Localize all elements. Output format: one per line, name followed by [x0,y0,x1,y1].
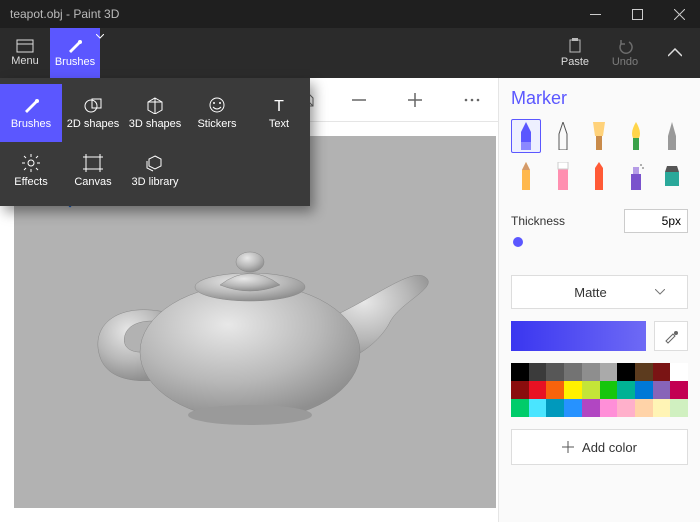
palette-swatch[interactable] [582,399,600,417]
maximize-button[interactable] [616,0,658,28]
dropdown-label: Canvas [74,176,111,188]
thickness-label: Thickness [511,214,565,228]
palette-swatch[interactable] [511,363,529,381]
menu-label: Menu [11,55,39,67]
palette-swatch[interactable] [617,399,635,417]
close-button[interactable] [658,0,700,28]
palette-swatch[interactable] [635,381,653,399]
title-bar: teapot.obj - Paint 3D [0,0,700,28]
properties-sidebar: Marker Thickness Matte [498,78,700,522]
palette-swatch[interactable] [529,399,547,417]
palette-swatch[interactable] [511,399,529,417]
palette-swatch[interactable] [653,399,671,417]
color-palette [511,363,688,417]
paste-label: Paste [561,56,589,68]
palette-swatch[interactable] [546,381,564,399]
brush-pixel[interactable] [657,119,687,153]
dropdown-canvas[interactable]: Canvas [62,142,124,200]
tools-dropdown: Brushes 2D shapes 3D shapes Stickers T T… [0,78,310,206]
undo-label: Undo [612,56,638,68]
palette-swatch[interactable] [600,399,618,417]
palette-swatch[interactable] [617,363,635,381]
palette-swatch[interactable] [564,363,582,381]
palette-swatch[interactable] [564,381,582,399]
dropdown-label: Brushes [11,118,51,130]
brushes-tab[interactable]: Brushes [50,28,100,78]
thickness-input[interactable] [624,209,688,233]
palette-swatch[interactable] [582,381,600,399]
dropdown-effects[interactable]: Effects [0,142,62,200]
palette-swatch[interactable] [653,363,671,381]
palette-swatch[interactable] [670,399,688,417]
brush-fill[interactable] [657,159,687,193]
paste-button[interactable]: Paste [550,28,600,78]
current-color-swatch[interactable] [511,321,646,351]
palette-swatch[interactable] [670,381,688,399]
palette-swatch[interactable] [600,363,618,381]
brush-calligraphy[interactable] [548,119,578,153]
undo-button[interactable]: Undo [600,28,650,78]
dropdown-3d-library[interactable]: 3D library [124,142,186,200]
dropdown-label: 2D shapes [67,118,120,130]
dropdown-stickers[interactable]: Stickers [186,84,248,142]
material-label: Matte [574,285,607,300]
brush-pencil[interactable] [511,159,541,193]
zoom-in-button[interactable] [408,93,436,107]
brush-marker[interactable] [511,119,541,153]
dropdown-2d-shapes[interactable]: 2D shapes [62,84,124,142]
palette-swatch[interactable] [546,399,564,417]
svg-text:T: T [274,98,284,114]
brush-spray[interactable] [621,159,651,193]
dropdown-label: Text [269,118,289,130]
dropdown-label: 3D library [131,176,178,188]
ribbon: Menu Brushes Paste Undo [0,28,700,78]
palette-swatch[interactable] [600,381,618,399]
teapot-model[interactable] [70,207,440,437]
palette-swatch[interactable] [511,381,529,399]
collapse-ribbon-button[interactable] [650,28,700,78]
palette-swatch[interactable] [546,363,564,381]
brush-picker [511,119,688,193]
palette-swatch[interactable] [635,399,653,417]
material-select[interactable]: Matte [511,275,688,309]
dropdown-label: Effects [14,176,47,188]
dropdown-brushes[interactable]: Brushes [0,84,62,142]
chevron-down-icon [655,289,665,295]
dropdown-3d-shapes[interactable]: 3D shapes [124,84,186,142]
palette-swatch[interactable] [635,363,653,381]
zoom-out-button[interactable] [352,93,380,107]
dropdown-label: 3D shapes [129,118,182,130]
sidebar-title: Marker [511,88,688,109]
more-button[interactable] [464,97,492,103]
palette-swatch[interactable] [564,399,582,417]
palette-swatch[interactable] [670,363,688,381]
palette-swatch[interactable] [582,363,600,381]
dropdown-text[interactable]: T Text [248,84,310,142]
window-title: teapot.obj - Paint 3D [10,7,119,21]
palette-swatch[interactable] [617,381,635,399]
brush-oil[interactable] [584,119,614,153]
palette-swatch[interactable] [529,363,547,381]
palette-swatch[interactable] [653,381,671,399]
brush-eraser[interactable] [548,159,578,193]
minimize-button[interactable] [574,0,616,28]
palette-swatch[interactable] [529,381,547,399]
add-color-button[interactable]: Add color [511,429,688,465]
add-color-label: Add color [582,440,637,455]
brush-crayon[interactable] [584,159,614,193]
menu-button[interactable]: Menu [0,28,50,78]
eyedropper-button[interactable] [654,321,688,351]
thickness-slider[interactable] [513,237,523,247]
brushes-label: Brushes [55,56,95,68]
brush-watercolor[interactable] [621,119,651,153]
dropdown-label: Stickers [197,118,236,130]
